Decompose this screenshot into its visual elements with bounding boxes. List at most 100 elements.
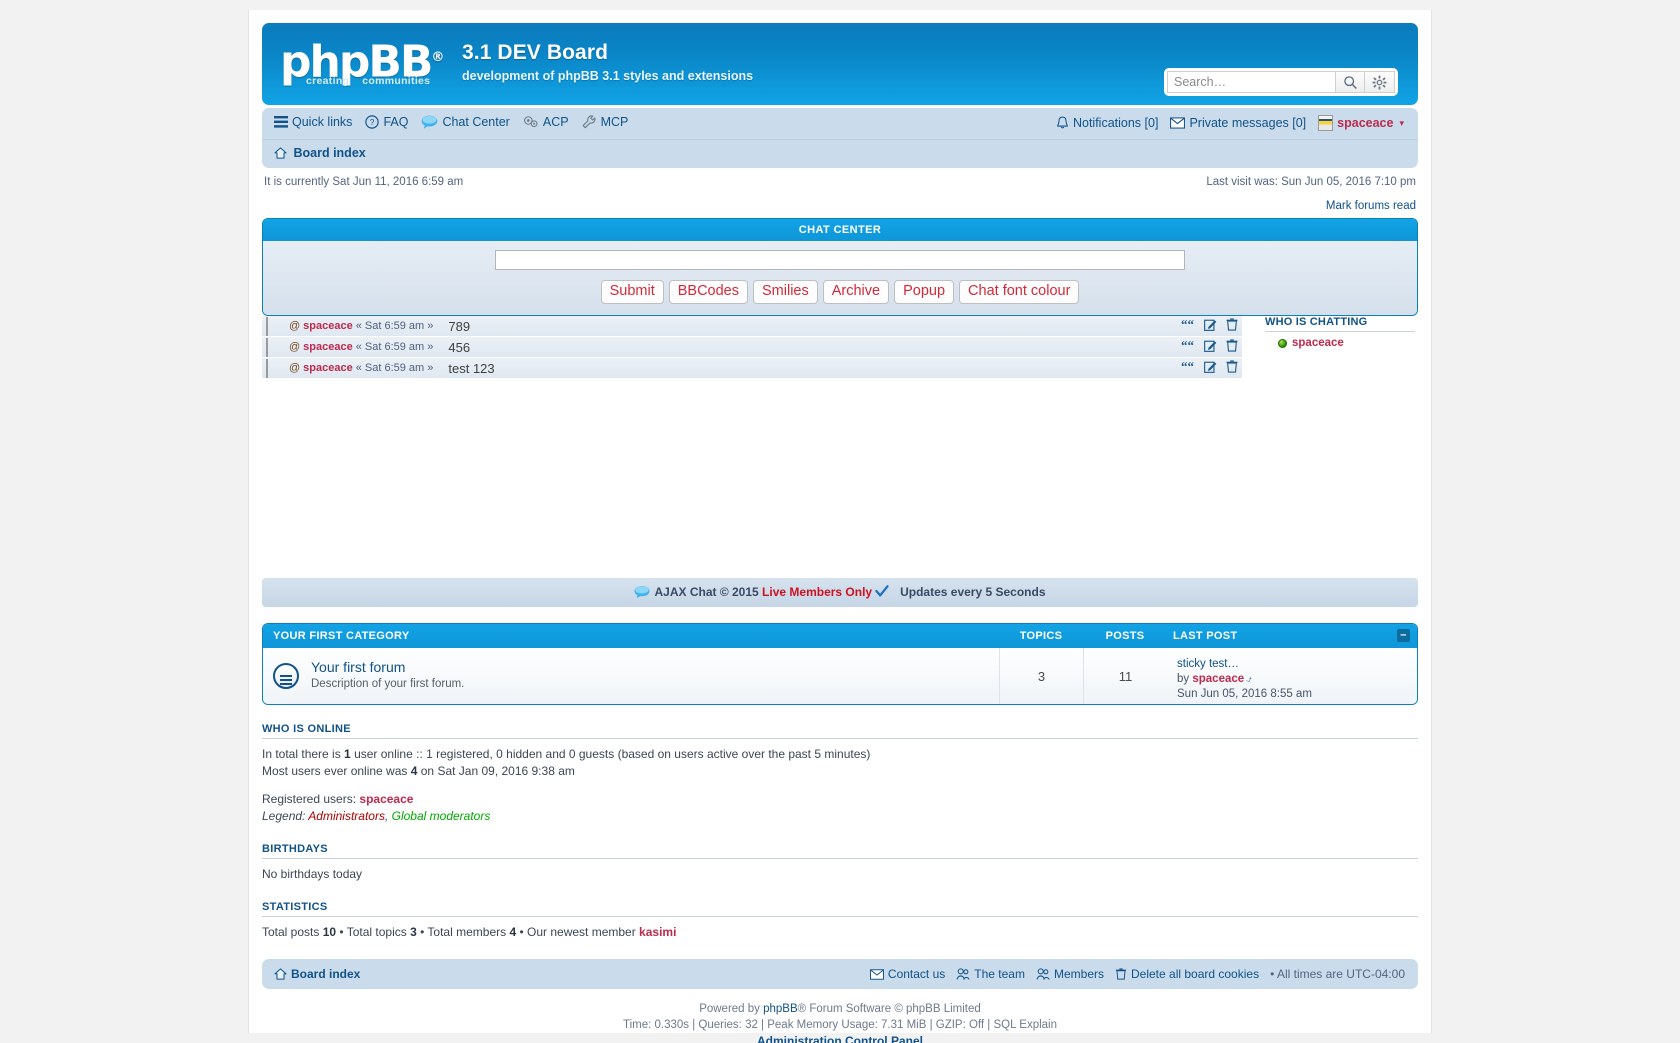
forum-category-name[interactable]: YOUR FIRST CATEGORY [263,630,999,642]
chat-message-time: « Sat 6:59 am » [355,320,434,332]
avatar [266,359,281,378]
envelope-icon [1170,117,1186,129]
users-icon [1036,968,1050,980]
nav-quick-links-label: Quick links [292,115,353,129]
nav-faq-label: FAQ [383,115,409,129]
delete-message-button[interactable] [1226,360,1238,373]
chat-message-text: 456 [448,339,471,355]
logo-registered-mark: ® [431,50,445,65]
total-topics-value: 3 [410,925,417,939]
chat-message-author[interactable]: spaceace [303,362,353,374]
birthdays-title: BIRTHDAYS [262,843,1418,859]
edit-message-button[interactable] [1204,318,1217,331]
nav-quick-links[interactable]: Quick links [274,115,352,129]
total-members-label: • Total members [416,925,510,939]
chat-message-input[interactable] [495,250,1185,270]
chat-font-colour-button[interactable]: Chat font colour [959,280,1080,304]
statistics-section: STATISTICS Total posts 10 • Total topics… [262,901,1418,941]
who-is-chatting-user[interactable]: spaceace [1265,337,1415,349]
acp-link[interactable]: Administration Control Panel [757,1034,923,1043]
quote-message-button[interactable]: “ “ [1181,340,1195,352]
the-team-link[interactable]: The team [956,967,1025,981]
total-posts-label: Total posts [262,925,323,939]
chat-message-list: @ spaceace « Sat 6:59 am » 789 “ “ @ spa… [262,316,1242,379]
current-time-text: It is currently Sat Jun 11, 2016 6:59 am [264,176,464,188]
bottom-board-index-link[interactable]: Board index [274,967,360,981]
advanced-search-button[interactable] [1365,71,1395,93]
nav-user-menu[interactable]: spaceace ▾ [1318,115,1404,131]
users-icon [956,968,970,980]
who-is-online-section: WHO IS ONLINE In total there is 1 user o… [262,723,1418,825]
legend-separator: , [384,809,392,823]
page-root: phpBB ® creating communities 3.1 DEV Board… [0,0,1680,1043]
ajax-chat-footer: AJAX Chat © 2015 Live Members Only Updat… [262,578,1418,607]
chat-message-author[interactable]: spaceace [303,320,353,332]
nav-username: spaceace [1337,116,1394,130]
birthdays-section: BIRTHDAYS No birthdays today [262,843,1418,883]
newest-member-link[interactable]: kasimi [639,925,676,939]
last-post-date: Sun Jun 05, 2016 8:55 am [1177,688,1312,700]
contact-us-link[interactable]: Contact us [869,967,945,981]
phpbb-logo[interactable]: phpBB® creating communities [280,35,450,93]
chevron-down-icon: ▾ [1399,117,1404,128]
last-post-title-link[interactable]: sticky test… [1177,658,1239,670]
goto-post-icon[interactable]: ⍻ [1246,674,1252,685]
nav-chat-center[interactable]: Chat Center [421,115,510,129]
total-posts-value: 10 [322,925,337,939]
chat-message-author[interactable]: spaceace [303,341,353,353]
envelope-icon [869,968,884,980]
nav-mcp[interactable]: MCP [582,115,628,129]
quote-message-button[interactable]: “ “ [1181,319,1195,331]
home-icon [274,968,287,980]
members-link[interactable]: Members [1036,967,1104,981]
gear-icon [1372,75,1387,89]
chat-popup-button[interactable]: Popup [894,280,955,304]
chat-submit-button[interactable]: Submit [600,280,664,304]
quote-icon: “ “ [1181,340,1195,352]
delete-message-button[interactable] [1226,318,1238,331]
svg-text:“: “ [1188,319,1195,331]
mark-forums-read-link[interactable]: Mark forums read [1326,200,1416,212]
edit-message-button[interactable] [1204,339,1217,352]
forum-info-cell: Your first forum Description of your fir… [309,648,999,704]
chat-button-row: Submit BBCodes Smilies Archive Popup Cha… [263,280,1417,304]
column-header-topics: TOPICS [1019,630,1063,642]
chat-smilies-button[interactable]: Smilies [753,280,818,304]
chat-message-text: 789 [448,318,471,334]
logo-tagline-right: communities [362,75,431,87]
chat-message-at: @ [289,341,301,353]
trash-icon [1115,968,1127,980]
who-is-online-title: WHO IS ONLINE [262,723,1418,739]
forum-title-link[interactable]: Your first forum [311,659,405,675]
last-post-author[interactable]: spaceace [1192,673,1244,685]
board-container: phpBB ® creating communities 3.1 DEV Board… [248,10,1432,1043]
collapse-category-button[interactable]: – [1397,629,1410,642]
delete-message-button[interactable] [1226,339,1238,352]
forum-category-block: YOUR FIRST CATEGORY TOPICS POSTS LAST PO… [262,623,1418,705]
home-icon [274,147,287,159]
chat-message-row: @ spaceace « Sat 6:59 am » test 123 “ “ [262,358,1242,379]
chat-message-row: @ spaceace « Sat 6:59 am » 456 “ “ [262,337,1242,358]
legend-global-moderators[interactable]: Global moderators [392,809,491,823]
chat-message-at: @ [289,320,301,332]
nav-faq[interactable]: ? FAQ [365,115,408,129]
quote-message-button[interactable]: “ “ [1181,361,1195,373]
legend-administrators[interactable]: Administrators [308,809,385,823]
registered-user-link[interactable]: spaceace [359,792,413,806]
chat-bbcodes-button[interactable]: BBCodes [668,280,748,304]
search-input[interactable] [1167,71,1335,93]
search-submit-button[interactable] [1335,71,1365,93]
nav-notifications[interactable]: Notifications [0] [1056,116,1158,130]
nav-private-messages[interactable]: Private messages [0] [1170,116,1306,130]
chat-archive-button[interactable]: Archive [822,280,890,304]
statistics-body: Total posts 10 • Total topics 3 • Total … [262,917,1418,941]
online-user-count: 1 [344,747,351,761]
breadcrumb-board-index[interactable]: Board index [274,146,366,160]
nav-acp[interactable]: ACP [523,115,569,129]
delete-cookies-link[interactable]: Delete all board cookies [1115,967,1259,981]
phpbb-link[interactable]: phpBB [763,1003,798,1015]
bell-icon [1057,116,1068,129]
edit-message-button[interactable] [1204,360,1217,373]
search-box[interactable] [1164,68,1398,96]
the-team-label: The team [974,967,1025,981]
